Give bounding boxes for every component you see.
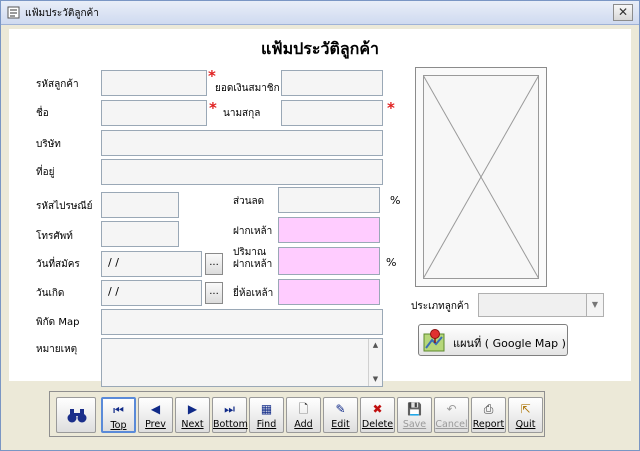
edit-label: Edit (331, 419, 350, 430)
discount-percent: % (390, 194, 401, 207)
required-mark-lastname: * (387, 99, 395, 117)
customer-photo-placeholder[interactable] (415, 67, 547, 287)
close-button[interactable]: ✕ (613, 4, 633, 21)
liquor-brand-label: ยี่ห้อเหล้า (233, 288, 274, 299)
address-input[interactable] (101, 159, 383, 185)
quit-label: Quit (515, 419, 536, 430)
scroll-up-icon[interactable]: ▲ (369, 339, 382, 352)
bottom-label: Bottom (213, 419, 248, 430)
photo-placeholder-icon (423, 75, 539, 279)
app-icon (7, 6, 20, 19)
last-name-label: นามสกุล (223, 108, 261, 119)
birth-date-picker-button[interactable]: ... (205, 282, 223, 304)
customer-code-input[interactable] (101, 70, 207, 96)
prev-icon: ◀ (150, 402, 161, 416)
save-icon: 💾 (407, 402, 422, 416)
print-icon: ⎙ (483, 402, 494, 416)
next-button[interactable]: ▶ Next (175, 397, 210, 433)
first-record-icon: ⏮ (113, 403, 124, 417)
deposit-amount-label-2: ฝากเหล้า (233, 259, 273, 270)
birth-date-label: วันเกิด (36, 288, 65, 299)
prev-label: Prev (145, 419, 166, 430)
company-input[interactable] (101, 130, 383, 156)
top-button[interactable]: ⏮ Top (101, 397, 136, 433)
member-balance-input[interactable] (281, 70, 383, 96)
edit-button[interactable]: ✎ Edit (323, 397, 358, 433)
find-label: Find (256, 419, 277, 430)
next-label: Next (181, 419, 204, 430)
deposit-amount-percent: % (386, 256, 397, 269)
discount-label: ส่วนลด (233, 196, 265, 207)
liquor-brand-input[interactable] (278, 279, 380, 305)
cancel-button[interactable]: ↶ Cancel (434, 397, 469, 433)
window-title: แฟ้มประวัติลูกค้า (25, 8, 99, 19)
google-map-button-label: แผนที่ ( Google Map ) (453, 337, 566, 350)
bottom-button[interactable]: ⏭ Bottom (212, 397, 248, 433)
first-name-label: ชื่อ (36, 108, 49, 119)
delete-button[interactable]: ✖ Delete (360, 397, 395, 433)
map-pin-icon (423, 329, 445, 352)
delete-label: Delete (361, 419, 394, 430)
customer-type-label: ประเภทลูกค้า (411, 301, 470, 312)
report-label: Report (472, 419, 505, 430)
scroll-down-icon[interactable]: ▼ (369, 373, 382, 386)
join-date-picker-button[interactable]: ... (205, 253, 223, 275)
phone-input[interactable] (101, 221, 179, 247)
customer-form: แฟ้มประวัติลูกค้า รหัสลูกค้า * ยอดเงินสม… (9, 29, 631, 387)
postal-code-label: รหัสไปรษณีย์ (36, 201, 93, 212)
company-label: บริษัท (36, 139, 61, 150)
customer-type-select[interactable]: ▼ (478, 293, 604, 317)
cancel-icon: ↶ (446, 402, 457, 416)
customer-window: แฟ้มประวัติลูกค้า ✕ แฟ้มประวัติลูกค้า รห… (0, 0, 640, 451)
find-button[interactable]: ▦ Find (249, 397, 284, 433)
deposit-input[interactable] (278, 217, 380, 243)
report-button[interactable]: ⎙ Report (471, 397, 506, 433)
map-coords-label: พิกัด Map (36, 317, 80, 328)
navigation-toolbar: ⏮ Top ◀ Prev ▶ Next ⏭ Bottom ▦ Find 🗋 Ad… (49, 391, 545, 437)
top-label: Top (110, 420, 127, 431)
next-icon: ▶ (187, 402, 198, 416)
title-bar: แฟ้มประวัติลูกค้า ✕ (1, 1, 639, 25)
search-button[interactable] (56, 397, 96, 433)
quit-button[interactable]: ⇱ Quit (508, 397, 543, 433)
remarks-scrollbar[interactable]: ▲ ▼ (368, 339, 382, 386)
deposit-amount-input[interactable] (278, 247, 380, 275)
deposit-label: ฝากเหล้า (233, 226, 273, 237)
cancel-label: Cancel (435, 419, 468, 430)
first-name-input[interactable] (101, 100, 207, 126)
prev-button[interactable]: ◀ Prev (138, 397, 173, 433)
add-icon: 🗋 (298, 402, 309, 416)
remarks-textarea[interactable]: ▲ ▼ (101, 338, 383, 387)
find-icon: ▦ (260, 402, 273, 416)
customer-code-label: รหัสลูกค้า (36, 79, 79, 90)
join-date-label: วันที่สมัคร (36, 259, 80, 270)
google-map-button[interactable]: แผนที่ ( Google Map ) (418, 324, 568, 356)
phone-label: โทรศัพท์ (36, 231, 73, 242)
required-mark-name: * (209, 99, 217, 117)
add-label: Add (294, 419, 313, 430)
member-balance-label: ยอดเงินสมาชิก (215, 83, 280, 94)
chevron-down-icon[interactable]: ▼ (586, 294, 603, 316)
save-label: Save (402, 419, 427, 430)
add-button[interactable]: 🗋 Add (286, 397, 321, 433)
deposit-amount-label-1: ปริมาณ (233, 247, 267, 258)
form-heading: แฟ้มประวัติลูกค้า (260, 39, 380, 58)
binoculars-icon (67, 409, 87, 423)
last-record-icon: ⏭ (224, 402, 235, 416)
delete-icon: ✖ (372, 402, 383, 416)
save-button[interactable]: 💾 Save (397, 397, 432, 433)
edit-icon: ✎ (335, 402, 346, 416)
discount-input[interactable] (278, 187, 380, 213)
remarks-label: หมายเหตุ (36, 344, 78, 355)
map-coords-input[interactable] (101, 309, 383, 335)
postal-code-input[interactable] (101, 192, 179, 218)
last-name-input[interactable] (281, 100, 383, 126)
birth-date-input[interactable]: / / (101, 280, 202, 306)
join-date-input[interactable]: / / (101, 251, 202, 277)
address-label: ที่อยู่ (36, 167, 55, 178)
quit-icon: ⇱ (520, 402, 531, 416)
